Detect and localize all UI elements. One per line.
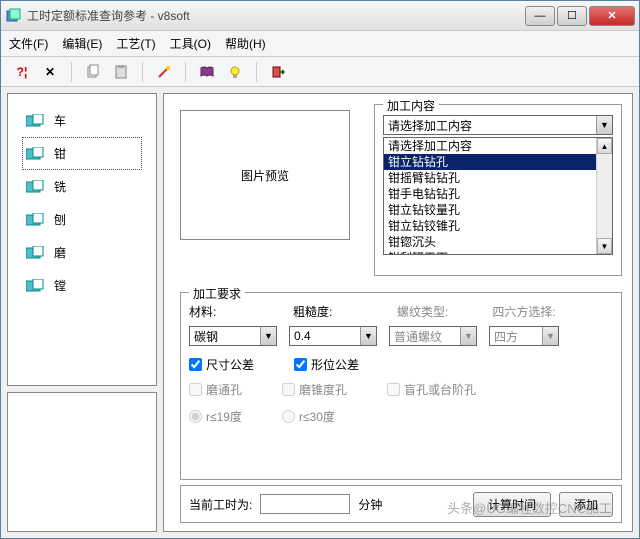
menubar: 文件(F) 编辑(E) 工艺(T) 工具(O) 帮助(H) <box>1 31 639 57</box>
list-item[interactable]: 钳摇臂钻钻孔 <box>384 170 596 186</box>
close-button[interactable]: ✕ <box>589 6 635 26</box>
exit-icon[interactable] <box>267 61 289 83</box>
unit-label: 分钟 <box>358 496 382 513</box>
book-icon[interactable] <box>196 61 218 83</box>
minimize-button[interactable]: — <box>525 6 555 26</box>
list-item[interactable]: 钳手电钻钻孔 <box>384 186 596 202</box>
paste-icon[interactable] <box>110 61 132 83</box>
grind-through-checkbox: 磨通孔 <box>189 381 242 398</box>
app-icon <box>5 8 21 24</box>
list-item[interactable]: 请选择加工内容 <box>384 138 596 154</box>
r30-radio: r≤30度 <box>282 408 335 425</box>
shape-tolerance-checkbox[interactable]: 形位公差 <box>294 356 359 373</box>
delete-icon[interactable]: ✕ <box>39 61 61 83</box>
size-tolerance-checkbox[interactable]: 尺寸公差 <box>189 356 254 373</box>
detail-pane <box>7 392 157 532</box>
scroll-down-icon[interactable]: ▼ <box>597 238 612 254</box>
thread-label: 螺纹类型: <box>397 303 448 320</box>
nav-item-plane[interactable]: 刨 <box>8 203 156 236</box>
grind-cone-checkbox: 磨锥度孔 <box>282 381 347 398</box>
nav-item-mill[interactable]: 铣 <box>8 170 156 203</box>
material-label: 材料: <box>189 303 229 320</box>
rough-label: 粗糙度: <box>293 303 333 320</box>
menu-tools[interactable]: 工具(O) <box>170 35 211 52</box>
square-label: 四六方选择: <box>492 303 555 320</box>
add-button[interactable]: 添加 <box>559 492 613 517</box>
toolbar: ?¦ ✕ <box>1 57 639 87</box>
list-item[interactable]: 钳立钻铰量孔 <box>384 202 596 218</box>
calc-button[interactable]: 计算时间 <box>473 492 551 517</box>
help-icon[interactable]: ?¦ <box>11 61 33 83</box>
nav-item-bore[interactable]: 镗 <box>8 269 156 302</box>
menu-help[interactable]: 帮助(H) <box>225 35 266 52</box>
list-item[interactable]: 钳立钻钻孔 <box>384 154 596 170</box>
main-pane: 图片预览 加工内容 请选择加工内容 ▼ 请选择加工内容 钳立钻钻孔 钳摇臂钻钻孔… <box>163 93 633 532</box>
group-process-req: 加工要求 材料: 粗糙度: 螺纹类型: 四六方选择: 碳钢▼ 0.4▼ 普通螺纹… <box>180 292 622 480</box>
current-time-input[interactable] <box>260 494 350 514</box>
blind-hole-checkbox: 盲孔或台阶孔 <box>387 381 476 398</box>
current-time-label: 当前工时为: <box>189 496 252 513</box>
list-item[interactable]: 钳立钻铰锥孔 <box>384 218 596 234</box>
group-process-content: 加工内容 请选择加工内容 ▼ 请选择加工内容 钳立钻钻孔 钳摇臂钻钻孔 钳手电钻… <box>374 104 622 276</box>
wand-icon[interactable] <box>153 61 175 83</box>
process-content-list[interactable]: 请选择加工内容 钳立钻钻孔 钳摇臂钻钻孔 钳手电钻钻孔 钳立钻铰量孔 钳立钻铰锥… <box>383 137 613 255</box>
footer-bar: 当前工时为: 分钟 计算时间 添加 <box>180 485 622 523</box>
thread-select: 普通螺纹▼ <box>389 326 477 346</box>
scrollbar[interactable]: ▲ ▼ <box>596 138 612 254</box>
image-preview: 图片预览 <box>180 110 350 240</box>
nav-item-bench[interactable]: 钳 <box>22 137 142 170</box>
maximize-button[interactable]: ☐ <box>557 6 587 26</box>
window-title: 工时定额标准查询参考 - v8soft <box>27 7 525 24</box>
menu-edit[interactable]: 编辑(E) <box>62 35 102 52</box>
bulb-icon[interactable] <box>224 61 246 83</box>
scroll-up-icon[interactable]: ▲ <box>597 138 612 154</box>
material-select[interactable]: 碳钢▼ <box>189 326 277 346</box>
nav-item-lathe[interactable]: 车 <box>8 104 156 137</box>
square-select: 四方▼ <box>489 326 559 346</box>
list-item[interactable]: 钳锪沉头 <box>384 234 596 250</box>
list-item[interactable]: 钳刮研平面 <box>384 250 596 254</box>
nav-item-grind[interactable]: 磨 <box>8 236 156 269</box>
r19-radio: r≤19度 <box>189 408 242 425</box>
process-content-select[interactable]: 请选择加工内容 ▼ <box>383 115 613 135</box>
menu-file[interactable]: 文件(F) <box>9 35 48 52</box>
chevron-down-icon[interactable]: ▼ <box>596 116 612 134</box>
rough-select[interactable]: 0.4▼ <box>289 326 377 346</box>
menu-craft[interactable]: 工艺(T) <box>116 35 155 52</box>
nav-pane: 车 钳 铣 刨 磨 镗 <box>7 93 157 386</box>
copy-icon[interactable] <box>82 61 104 83</box>
